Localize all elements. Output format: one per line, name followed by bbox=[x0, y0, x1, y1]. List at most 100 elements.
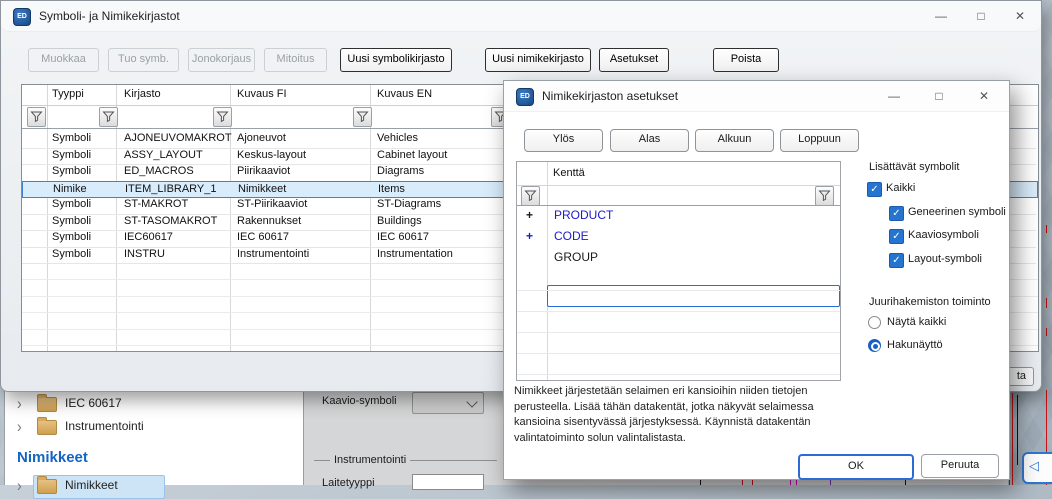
tree-item-instrumentointi[interactable]: ›Instrumentointi bbox=[5, 416, 304, 439]
triangle-left-icon: ◁ bbox=[1029, 458, 1039, 474]
main-titlebar[interactable]: ED Symboli- ja Nimikekirjastot — □ ✕ bbox=[1, 1, 1041, 32]
table-cell: Symboli bbox=[52, 215, 112, 227]
filter-funnel-icon[interactable] bbox=[815, 186, 834, 206]
radio-n-yt-kaikki[interactable] bbox=[868, 316, 881, 329]
field-row[interactable]: +CODE bbox=[517, 226, 840, 247]
table-cell: Symboli bbox=[52, 248, 112, 260]
checkbox-kaikki[interactable]: ✓ bbox=[867, 182, 882, 197]
device-type-input[interactable] bbox=[412, 474, 484, 490]
table-cell: Piirikaaviot bbox=[237, 165, 373, 177]
nav-button-alkuun[interactable]: Alkuun bbox=[695, 129, 774, 152]
tree-item-selected-partial[interactable]: › Nimikkeet bbox=[5, 475, 304, 497]
expand-chevron-icon[interactable]: › bbox=[17, 475, 22, 494]
field-table: Kenttä + PRODUCT +CODEGROUP bbox=[516, 161, 841, 381]
minimize-button[interactable]: — bbox=[921, 2, 961, 30]
cancel-button[interactable]: Peruuta bbox=[921, 454, 999, 478]
window-title: Symboli- ja Nimikekirjastot bbox=[39, 9, 180, 23]
table-cell: Symboli bbox=[52, 149, 112, 161]
table-cell: IEC 60617 bbox=[377, 231, 507, 243]
radio-label: Hakunäyttö bbox=[887, 339, 943, 351]
maximize-button[interactable]: □ bbox=[961, 2, 1001, 30]
symbols-section-label: Lisättävät symbolit bbox=[869, 161, 959, 173]
field-row[interactable]: + PRODUCT bbox=[517, 205, 840, 226]
toolbar-button-asetukset[interactable]: Asetukset bbox=[599, 48, 669, 72]
close-button[interactable]: ✕ bbox=[1000, 2, 1040, 30]
table-cell: Instrumentation bbox=[377, 248, 507, 260]
checkbox-layout-symboli[interactable]: ✓ bbox=[889, 253, 904, 268]
cad-red-mark bbox=[1046, 225, 1047, 233]
checkbox-geneerinen-symboli[interactable]: ✓ bbox=[889, 206, 904, 221]
table-cell: INSTRU bbox=[124, 248, 234, 260]
filter-funnel-icon[interactable] bbox=[27, 107, 46, 127]
nav-button-alas[interactable]: Alas bbox=[610, 129, 689, 152]
table-cell: ST-Piirikaaviot bbox=[237, 198, 373, 210]
table-cell: Symboli bbox=[52, 132, 112, 144]
dialog-title: Nimikekirjaston asetukset bbox=[542, 89, 678, 103]
column-header-kirjasto: Kirjasto bbox=[124, 88, 161, 100]
table-cell: Symboli bbox=[52, 198, 112, 210]
filter-funnel-icon[interactable] bbox=[521, 186, 540, 206]
radio-hakun-ytt[interactable] bbox=[868, 339, 881, 352]
table-cell: Ajoneuvot bbox=[237, 132, 373, 144]
toolbar-button-muokkaa: Muokkaa bbox=[28, 48, 99, 72]
checkbox-label: Geneerinen symboli bbox=[908, 206, 1006, 218]
table-cell: ASSY_LAYOUT bbox=[124, 149, 234, 161]
table-cell: Nimikkeet bbox=[238, 183, 374, 195]
table-cell: ST-MAKROT bbox=[124, 198, 234, 210]
field-column-header: Kenttä bbox=[553, 167, 585, 179]
tree-item-label: Nimikkeet bbox=[65, 478, 118, 492]
dialog-maximize-button[interactable]: □ bbox=[919, 82, 959, 110]
column-header-kuvaus-fi: Kuvaus FI bbox=[237, 88, 287, 100]
groupbox-label: Instrumentointi bbox=[330, 454, 410, 466]
toolbar-button-tuo-symb: Tuo symb. bbox=[108, 48, 179, 72]
empty-grid-line bbox=[517, 311, 840, 312]
app-logo-icon: ED bbox=[516, 88, 534, 106]
row-marker: + bbox=[526, 208, 533, 222]
toolbar-button-poista[interactable]: Poista bbox=[713, 48, 779, 72]
table-cell: Cabinet layout bbox=[377, 149, 507, 161]
empty-grid-line bbox=[517, 374, 840, 375]
table-cell: ST-TASOMAKROT bbox=[124, 215, 234, 227]
table-cell: Nimike bbox=[53, 183, 113, 195]
checkbox-label: Layout-symboli bbox=[908, 253, 982, 265]
toolbar-button-jonokorjaus: Jonokorjaus bbox=[188, 48, 255, 72]
field-row[interactable]: GROUP bbox=[517, 247, 840, 268]
table-cell: Rakennukset bbox=[237, 215, 373, 227]
cad-red-mark bbox=[1046, 328, 1047, 336]
dialog-close-button[interactable]: ✕ bbox=[964, 82, 1004, 110]
filter-funnel-icon[interactable] bbox=[353, 107, 372, 127]
expand-chevron-icon[interactable]: › bbox=[17, 416, 22, 435]
filter-funnel-icon[interactable] bbox=[99, 107, 118, 127]
toolbar-button-uusi-nimikekirjasto[interactable]: Uusi nimikekirjasto bbox=[485, 48, 591, 72]
expand-chevron-icon[interactable]: › bbox=[17, 393, 22, 412]
tree-item-iec-60617[interactable]: › IEC 60617 bbox=[5, 393, 304, 416]
field-label: PRODUCT bbox=[554, 208, 613, 222]
filter-funnel-icon[interactable] bbox=[213, 107, 232, 127]
ok-button[interactable]: OK bbox=[798, 454, 914, 480]
toolbar-button-mitoitus: Mitoitus bbox=[264, 48, 327, 72]
table-cell: Symboli bbox=[52, 231, 112, 243]
nav-button-yl-s[interactable]: Ylös bbox=[524, 129, 603, 152]
dialog-titlebar[interactable]: ED Nimikekirjaston asetukset — □ ✕ bbox=[504, 81, 1009, 112]
table-cell: AJONEUVOMAKROT bbox=[124, 132, 234, 144]
tree-section-heading: Nimikkeet bbox=[17, 449, 88, 466]
tree-item-label: IEC 60617 bbox=[65, 396, 122, 410]
table-cell: ST-Diagrams bbox=[377, 198, 507, 210]
row-marker: + bbox=[526, 229, 533, 243]
cad-arrow-button[interactable]: ◁ bbox=[1022, 452, 1052, 484]
chevron-down-icon bbox=[466, 396, 477, 407]
nav-button-loppuun[interactable]: Loppuun bbox=[780, 129, 859, 152]
checkbox-kaaviosymboli[interactable]: ✓ bbox=[889, 229, 904, 244]
folder-icon bbox=[37, 397, 57, 412]
combo-label: Kaavio-symboli bbox=[322, 395, 397, 407]
radio-label: Näytä kaikki bbox=[887, 316, 946, 328]
column-divider bbox=[547, 162, 548, 380]
header-divider bbox=[517, 185, 840, 186]
diagram-symbol-combobox[interactable] bbox=[412, 392, 484, 414]
table-cell: Symboli bbox=[52, 165, 112, 177]
toolbar-button-uusi-symbolikirjasto[interactable]: Uusi symbolikirjasto bbox=[340, 48, 452, 72]
dialog-minimize-button[interactable]: — bbox=[874, 82, 914, 110]
table-cell: ITEM_LIBRARY_1 bbox=[125, 183, 235, 195]
focused-cell-border bbox=[547, 285, 840, 307]
column-header-kuvaus-en: Kuvaus EN bbox=[377, 88, 432, 100]
